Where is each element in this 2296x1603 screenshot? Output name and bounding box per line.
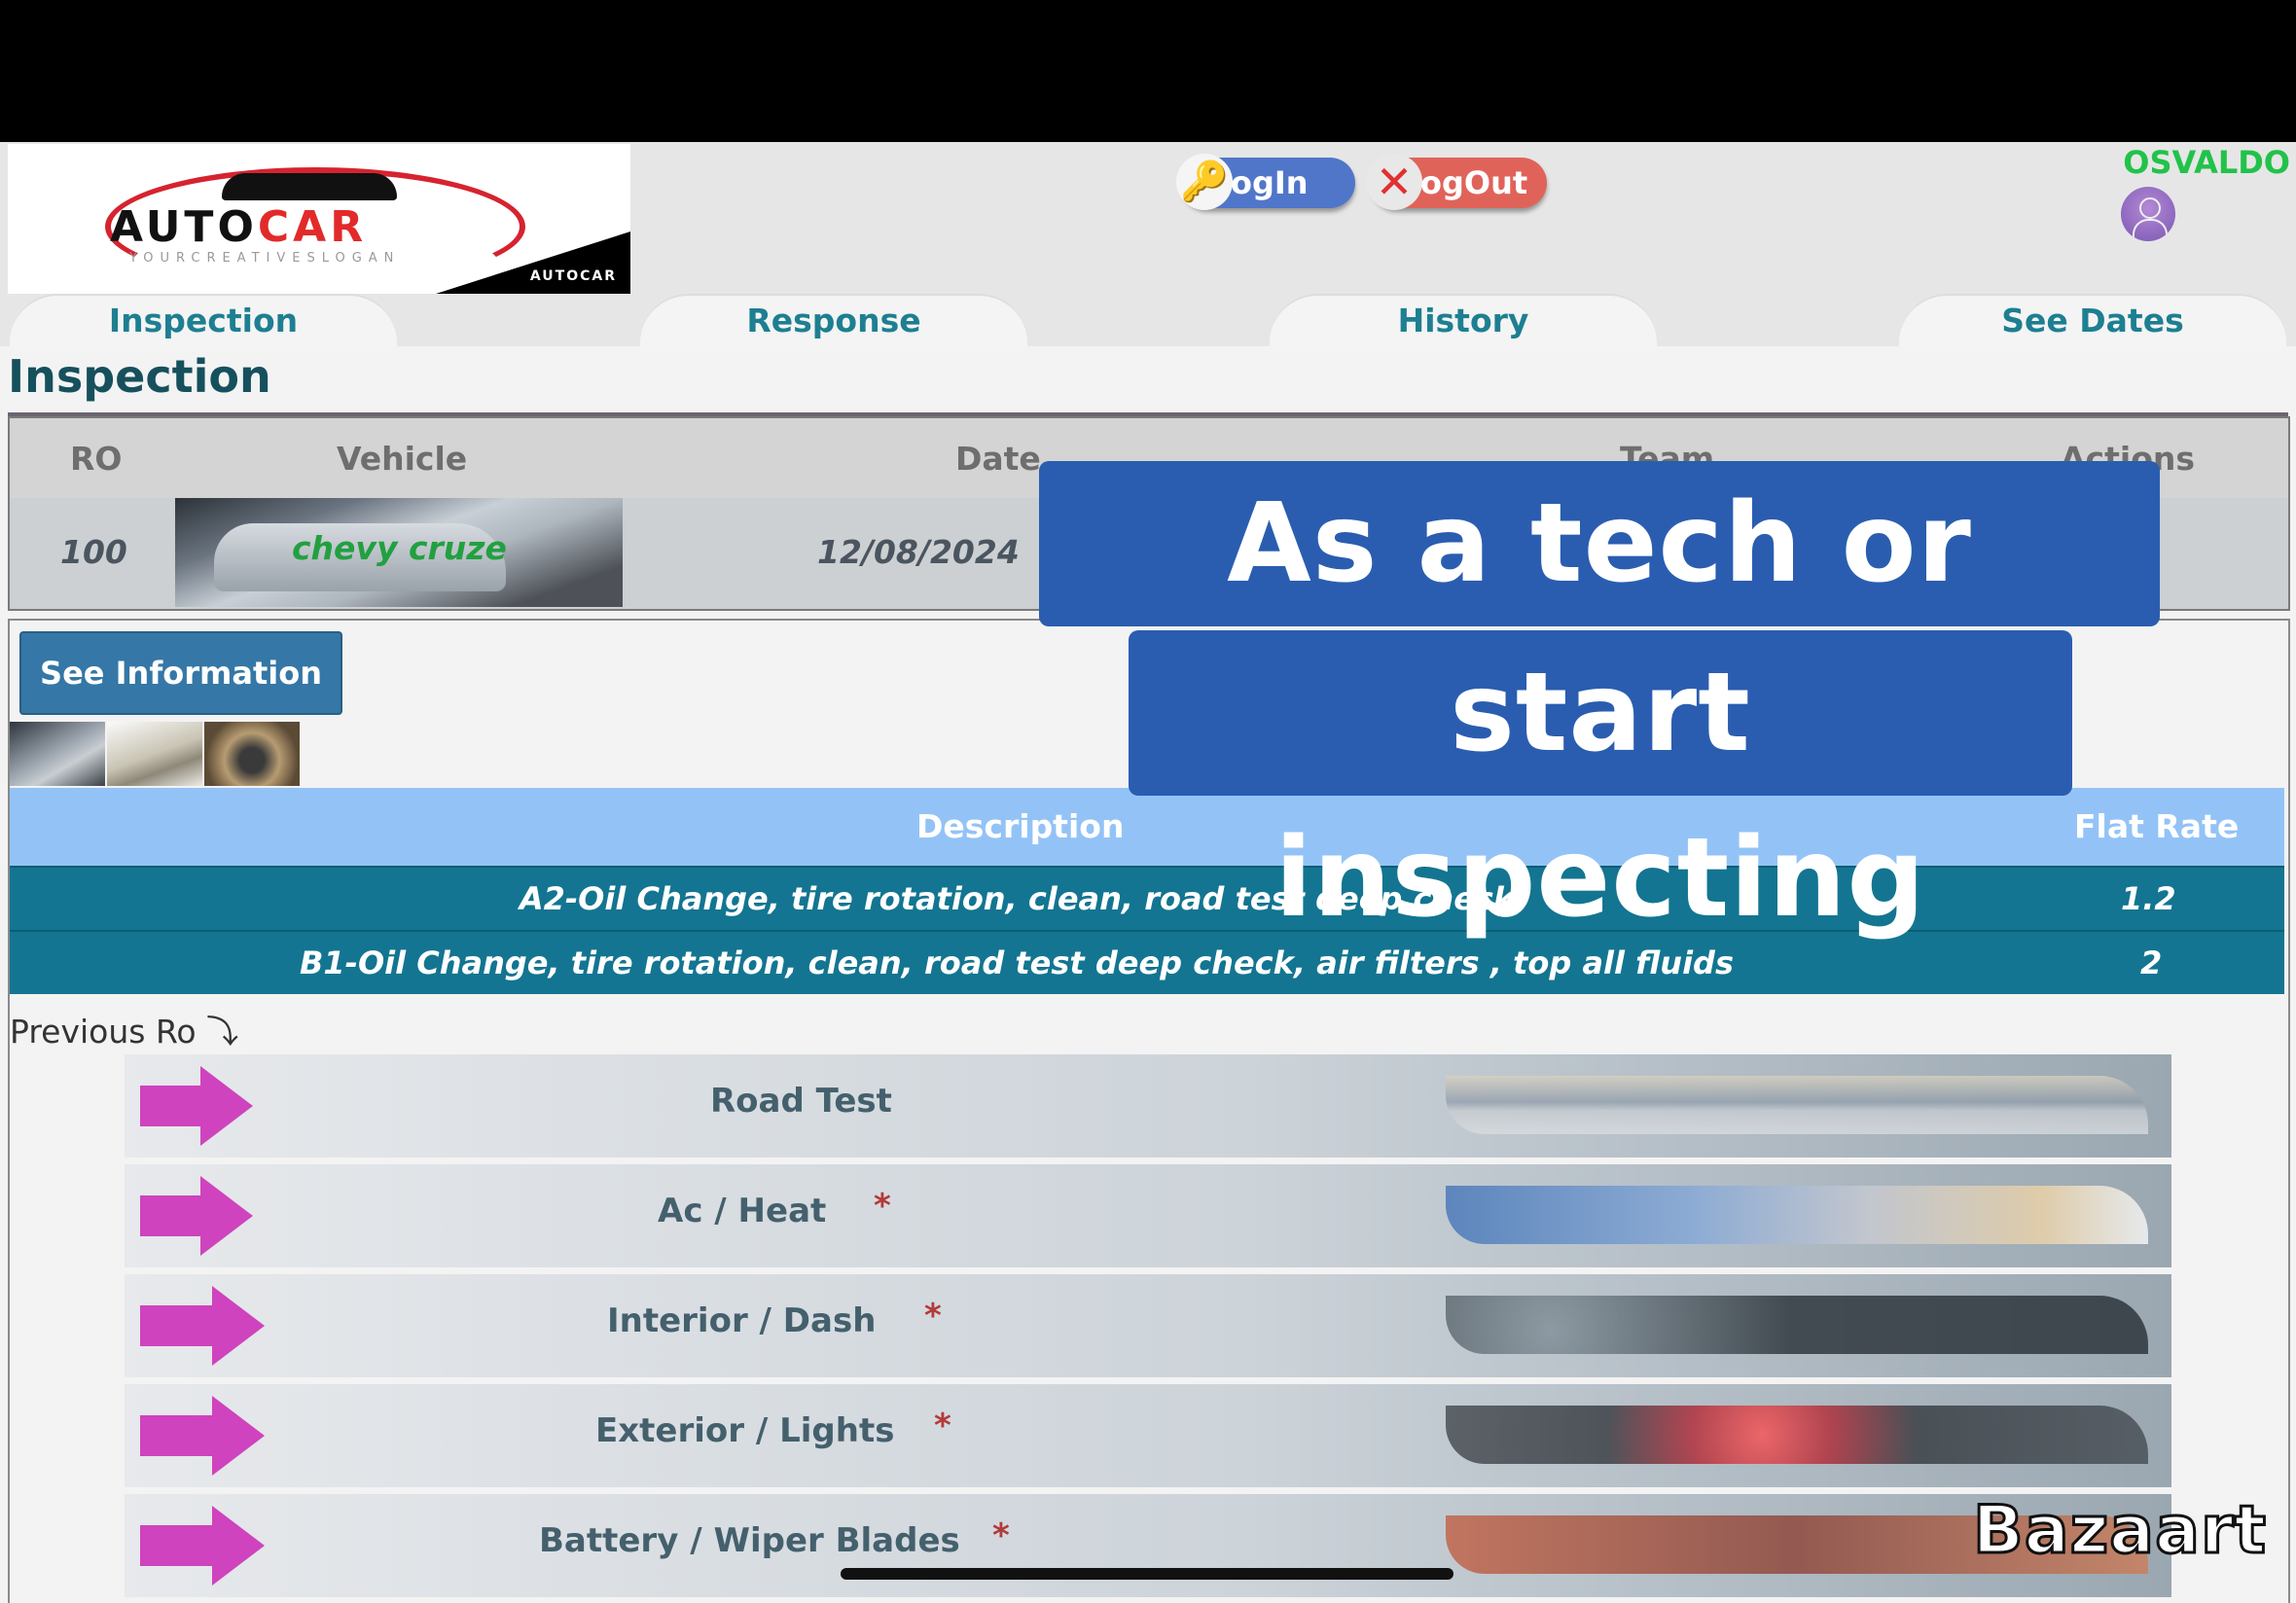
tab-response[interactable]: Response xyxy=(640,294,1027,346)
service-flat-rate: 1.2 xyxy=(2121,880,2176,917)
device-status-bar xyxy=(0,0,2296,142)
page-title: Inspection xyxy=(8,350,271,403)
category-battery-wiper-blades[interactable]: Battery / Wiper Blades * xyxy=(125,1494,2171,1597)
login-button[interactable]: 🔑 ogIn xyxy=(1176,154,1355,210)
category-interior-dash[interactable]: Interior / Dash * xyxy=(125,1274,2171,1377)
previous-ro-link[interactable]: Previous Ro ⤵ xyxy=(10,1006,238,1052)
col-flat-rate: Flat Rate xyxy=(2074,807,2240,845)
logo-corner xyxy=(436,232,630,294)
vehicle-thumbnail[interactable] xyxy=(204,722,300,786)
logo: AUTOCAR YOURCREATIVESLOGAN AUTOCAR xyxy=(8,144,630,294)
tab-inspection[interactable]: Inspection xyxy=(10,294,397,346)
table-row[interactable]: B1-Oil Change, tire rotation, clean, roa… xyxy=(10,930,2284,994)
key-icon: 🔑 xyxy=(1176,154,1233,210)
category-label: Ac / Heat xyxy=(658,1192,827,1230)
vehicle-thumbnail[interactable] xyxy=(10,722,105,786)
category-exterior-lights[interactable]: Exterior / Lights * xyxy=(125,1384,2171,1487)
arrow-right-icon xyxy=(140,1525,214,1566)
category-ac-heat[interactable]: Ac / Heat * xyxy=(125,1164,2171,1267)
category-image xyxy=(1446,1406,2148,1464)
home-indicator[interactable] xyxy=(841,1568,1453,1580)
watermark: Bazaart xyxy=(1971,1491,2267,1571)
close-x-icon: ✕ xyxy=(1366,154,1422,210)
category-label: Exterior / Lights xyxy=(595,1411,895,1450)
avatar-icon[interactable] xyxy=(2121,187,2175,241)
overlay-caption-line-1: As a tech or Admin xyxy=(1039,461,2160,772)
logo-text: AUTOCAR xyxy=(110,202,368,252)
category-label: Interior / Dash xyxy=(607,1301,877,1340)
ro-number: 100 xyxy=(60,533,127,571)
category-image xyxy=(1446,1296,2148,1354)
required-marker: * xyxy=(924,1297,942,1336)
logout-button[interactable]: ✕ ogOut xyxy=(1366,154,1547,210)
ro-date: 12/08/2024 xyxy=(817,533,1020,571)
tab-history[interactable]: History xyxy=(1270,294,1657,346)
category-image xyxy=(1446,1186,2148,1244)
logo-car-icon xyxy=(222,173,397,200)
category-label: Road Test xyxy=(710,1082,892,1121)
login-label: ogIn xyxy=(1231,164,1309,201)
required-marker: * xyxy=(934,1407,951,1445)
required-marker: * xyxy=(874,1187,891,1226)
required-marker: * xyxy=(992,1516,1010,1555)
overlay-caption-line-2: start inspecting xyxy=(1129,630,2072,942)
arrow-right-icon xyxy=(140,1415,214,1456)
logo-mini: AUTOCAR xyxy=(529,268,617,284)
col-vehicle: Vehicle xyxy=(337,440,468,478)
see-information-button[interactable]: See Information xyxy=(19,631,342,715)
services-header: Description Flat Rate xyxy=(10,788,2284,866)
col-date: Date xyxy=(955,440,1041,478)
arrow-right-icon xyxy=(140,1195,202,1236)
logout-label: ogOut xyxy=(1420,164,1528,201)
tab-see-dates[interactable]: See Dates xyxy=(1899,294,2286,346)
arrow-right-icon xyxy=(140,1086,202,1126)
logo-slogan: YOURCREATIVESLOGAN xyxy=(129,251,401,266)
user-name: OSVALDO xyxy=(2123,144,2290,181)
col-description: Description xyxy=(916,807,1125,845)
col-ro: RO xyxy=(70,440,123,478)
arrow-right-icon xyxy=(140,1305,214,1346)
service-flat-rate: 2 xyxy=(2140,944,2163,981)
table-row[interactable]: A2-Oil Change, tire rotation, clean, roa… xyxy=(10,866,2284,930)
vehicle-thumbnail[interactable] xyxy=(107,722,202,786)
vehicle-name: chevy cruze xyxy=(292,529,507,567)
category-road-test[interactable]: Road Test xyxy=(125,1054,2171,1158)
vehicle-photo[interactable]: chevy cruze xyxy=(175,498,623,607)
category-image xyxy=(1446,1076,2148,1134)
